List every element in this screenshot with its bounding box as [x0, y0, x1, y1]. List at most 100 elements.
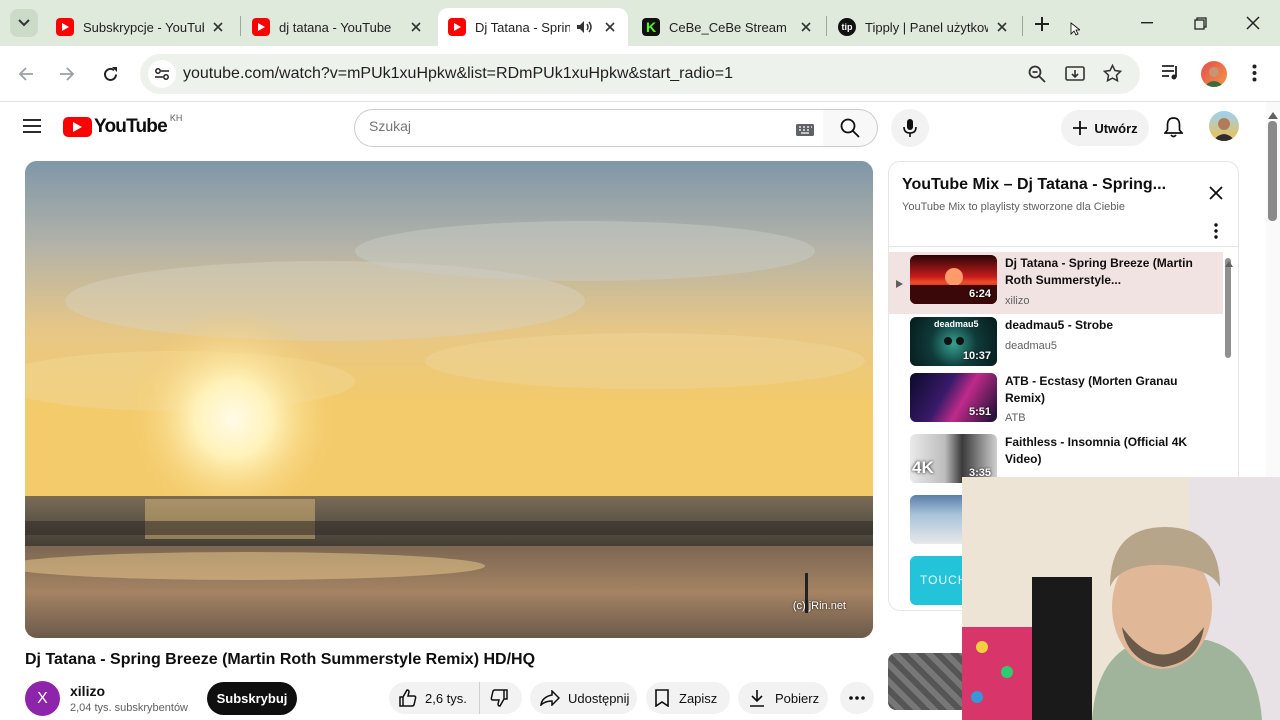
share-arrow-icon [540, 690, 560, 706]
thumbs-down-icon [490, 689, 508, 707]
playlist-item-title: deadmau5 - Strobe [1005, 318, 1114, 332]
notifications-bell-icon[interactable] [1163, 116, 1184, 143]
browser-menu-icon[interactable] [1252, 64, 1257, 87]
thumbs-up-icon [399, 689, 417, 707]
youtube-logo[interactable]: YouTube KH [63, 113, 183, 138]
search-box [354, 109, 824, 147]
share-button[interactable]: Udostępnij [530, 682, 637, 714]
video-duration: 5:51 [968, 406, 991, 418]
playlist-divider [889, 246, 1238, 247]
tab-search-button[interactable] [10, 9, 38, 37]
video-title: Dj Tatana - Spring Breeze (Martin Roth S… [25, 651, 536, 668]
playlist-item[interactable]: deadmau5 10:37 deadmau5 - Strobe deadmau… [889, 314, 1223, 376]
mouse-cursor-icon [1070, 22, 1082, 41]
tab-subskrypcje[interactable]: Subskrypcje - YouTube [46, 8, 236, 46]
reload-button[interactable] [96, 60, 124, 88]
keyboard-icon[interactable] [796, 123, 814, 141]
close-tab-icon[interactable] [210, 19, 226, 35]
subscribe-button[interactable]: Subskrybuj [207, 682, 297, 715]
back-button[interactable] [12, 60, 40, 88]
playlist-title[interactable]: YouTube Mix – Dj Tatana - Spring... [902, 176, 1166, 194]
browser-toolbar: youtube.com/watch?v=mPUk1xuHpkw&list=RDm… [0, 46, 1280, 102]
playlist-thumbnail: 4K 3:35 [910, 434, 997, 483]
playlist-item-title: ATB - Ecstasy (Morten Granau Remix) [1005, 374, 1178, 405]
playlist-item[interactable]: 6:24 Dj Tatana - Spring Breeze (Martin R… [889, 252, 1223, 314]
like-button[interactable]: 2,6 tys. [389, 682, 480, 714]
site-info-icon[interactable] [148, 60, 176, 88]
youtube-icon [56, 18, 74, 36]
tab-cebe-stream[interactable]: K CeBe_CeBe Stream [632, 8, 824, 46]
avatar-face-icon [1213, 118, 1235, 141]
playlist-thumbnail: 5:51 [910, 373, 997, 422]
dislike-button[interactable] [480, 689, 508, 707]
profile-avatar[interactable] [1201, 61, 1227, 87]
scroll-up-arrow-icon[interactable] [1225, 254, 1233, 272]
speaker-icon[interactable] [576, 20, 592, 34]
subscriber-count: 2,04 tys. subskrybentów [70, 702, 189, 714]
channel-avatar[interactable]: X [25, 681, 60, 716]
playlist-item-title: Faithless - Insomnia (Official 4K Video) [1005, 435, 1188, 466]
tab-dj-tatana-search[interactable]: dj tatana - YouTube [242, 8, 434, 46]
tab-tipply[interactable]: tip Tipply | Panel użytkownika [828, 8, 1020, 46]
save-button[interactable]: Zapisz [646, 682, 730, 714]
bookmark-star-icon[interactable] [1102, 63, 1123, 88]
create-button[interactable]: Utwórz [1061, 110, 1149, 146]
page-scrollbar-thumb[interactable] [1268, 121, 1277, 221]
youtube-play-logo-icon [63, 117, 92, 137]
channel-name[interactable]: xilizo [70, 683, 105, 699]
install-app-icon[interactable] [1065, 65, 1085, 88]
zoom-icon[interactable] [1028, 65, 1046, 88]
playlist-menu-icon[interactable] [1214, 223, 1218, 244]
now-playing-icon [896, 275, 903, 293]
close-icon [1246, 16, 1260, 30]
download-button[interactable]: Pobierz [738, 682, 828, 714]
thumbnail-text: TOUCH [920, 573, 968, 587]
search-input[interactable] [369, 118, 769, 134]
thumbnail-text: 4K [912, 458, 934, 477]
voice-search-button[interactable] [891, 109, 929, 147]
create-label: Utwórz [1094, 120, 1138, 136]
url-text[interactable]: youtube.com/watch?v=mPUk1xuHpkw&list=RDm… [183, 65, 733, 83]
media-control-icon[interactable] [1161, 64, 1181, 87]
recommended-video-thumbnail[interactable] [888, 653, 968, 710]
video-frame-sunset [25, 161, 873, 638]
close-tab-icon[interactable] [408, 19, 424, 35]
playlist-scrollbar[interactable] [1225, 258, 1231, 358]
address-bar[interactable]: youtube.com/watch?v=mPUk1xuHpkw&list=RDm… [140, 54, 1140, 94]
restore-button[interactable] [1187, 10, 1213, 36]
forward-button[interactable] [53, 60, 81, 88]
video-watermark: (c) jRin.net [792, 600, 846, 612]
playlist-item[interactable]: 5:51 ATB - Ecstasy (Morten Granau Remix)… [889, 370, 1223, 432]
youtube-logo-text: YouTube [94, 116, 168, 137]
share-label: Udostępnij [568, 690, 630, 706]
close-playlist-icon[interactable] [1209, 186, 1223, 205]
close-tab-icon[interactable] [994, 19, 1010, 35]
arrow-left-icon [18, 67, 33, 81]
close-tab-icon[interactable] [602, 19, 618, 35]
tab-dj-tatana-video[interactable]: Dj Tatana - Spring Breeze [438, 8, 628, 46]
youtube-icon [448, 18, 466, 36]
playlist-item-channel: deadmau5 [1005, 340, 1057, 352]
playlist-item-channel: xilizo [1005, 295, 1030, 307]
tab-title: Dj Tatana - Spring Breeze [475, 19, 570, 35]
close-window-button[interactable] [1240, 10, 1266, 36]
tab-title: CeBe_CeBe Stream [669, 19, 787, 35]
playlist-item-title: Dj Tatana - Spring Breeze (Martin Roth S… [1005, 256, 1193, 287]
like-count: 2,6 tys. [425, 690, 467, 706]
tipply-icon: tip [838, 18, 856, 36]
hamburger-menu-icon[interactable] [23, 118, 41, 139]
download-icon [750, 690, 764, 707]
video-player[interactable]: (c) jRin.net [25, 161, 873, 638]
browser-tab-bar: Subskrypcje - YouTube dj tatana - YouTub… [0, 0, 1280, 46]
region-code: KH [169, 113, 183, 123]
youtube-icon [252, 18, 270, 36]
close-tab-icon[interactable] [798, 19, 814, 35]
playlist-item-channel: ATB [1005, 412, 1026, 424]
minimize-button[interactable] [1134, 10, 1160, 36]
more-actions-button[interactable] [840, 682, 874, 714]
account-avatar[interactable] [1209, 111, 1239, 141]
search-button[interactable] [823, 109, 878, 147]
like-dislike-group: 2,6 tys. [389, 682, 522, 714]
tab-title: dj tatana - YouTube [279, 19, 392, 35]
new-tab-button[interactable] [1030, 12, 1054, 36]
